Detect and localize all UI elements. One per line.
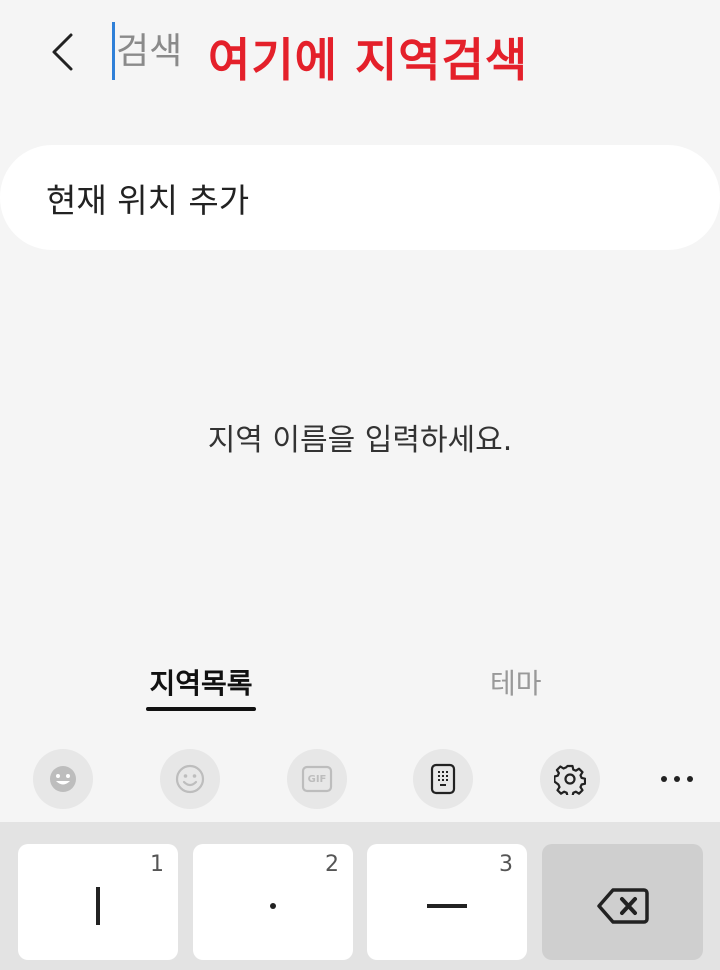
keyboard: 1 2 3 xyxy=(0,822,720,970)
keyboard-toolbar: GIF xyxy=(0,745,720,817)
more-options-button[interactable] xyxy=(650,759,704,799)
current-location-label: 현재 위치 추가 xyxy=(46,180,250,220)
sticker-button[interactable] xyxy=(160,749,220,809)
annotation-text: 여기에 지역검색 xyxy=(208,33,529,87)
active-tab-indicator xyxy=(146,707,256,711)
settings-button[interactable] xyxy=(540,749,600,809)
backspace-key[interactable] xyxy=(542,844,703,960)
text-cursor xyxy=(112,22,115,80)
more-icon xyxy=(661,776,693,782)
tab-region-list[interactable]: 지역목록 xyxy=(146,655,256,711)
gear-icon xyxy=(554,764,586,795)
tab-theme[interactable]: 테마 xyxy=(490,655,542,711)
search-input[interactable] xyxy=(116,22,206,80)
gif-label: GIF xyxy=(307,773,327,785)
tab-region-list-label: 지역목록 xyxy=(149,667,253,700)
key-2-symbol xyxy=(193,844,353,960)
key-3[interactable]: 3 xyxy=(367,844,527,960)
backspace-icon xyxy=(542,844,703,960)
key-2[interactable]: 2 xyxy=(193,844,353,960)
gif-button[interactable]: GIF xyxy=(287,749,347,809)
emoji-face-button[interactable] xyxy=(33,749,93,809)
chevron-left-icon xyxy=(52,33,73,71)
search-header: 여기에 지역검색 xyxy=(0,0,720,110)
key-1-symbol xyxy=(18,844,178,960)
add-current-location-button[interactable]: 현재 위치 추가 xyxy=(0,145,720,250)
keypad-icon xyxy=(430,763,456,795)
key-3-symbol xyxy=(367,844,527,960)
empty-state-message: 지역 이름을 입력하세요. xyxy=(207,423,513,458)
emoji-face-icon xyxy=(50,766,76,792)
tab-bar: 지역목록 테마 xyxy=(0,655,720,715)
smiley-icon xyxy=(175,764,205,794)
keypad-button[interactable] xyxy=(413,749,473,809)
back-button[interactable] xyxy=(38,28,86,76)
tab-theme-label: 테마 xyxy=(490,667,542,700)
key-1[interactable]: 1 xyxy=(18,844,178,960)
